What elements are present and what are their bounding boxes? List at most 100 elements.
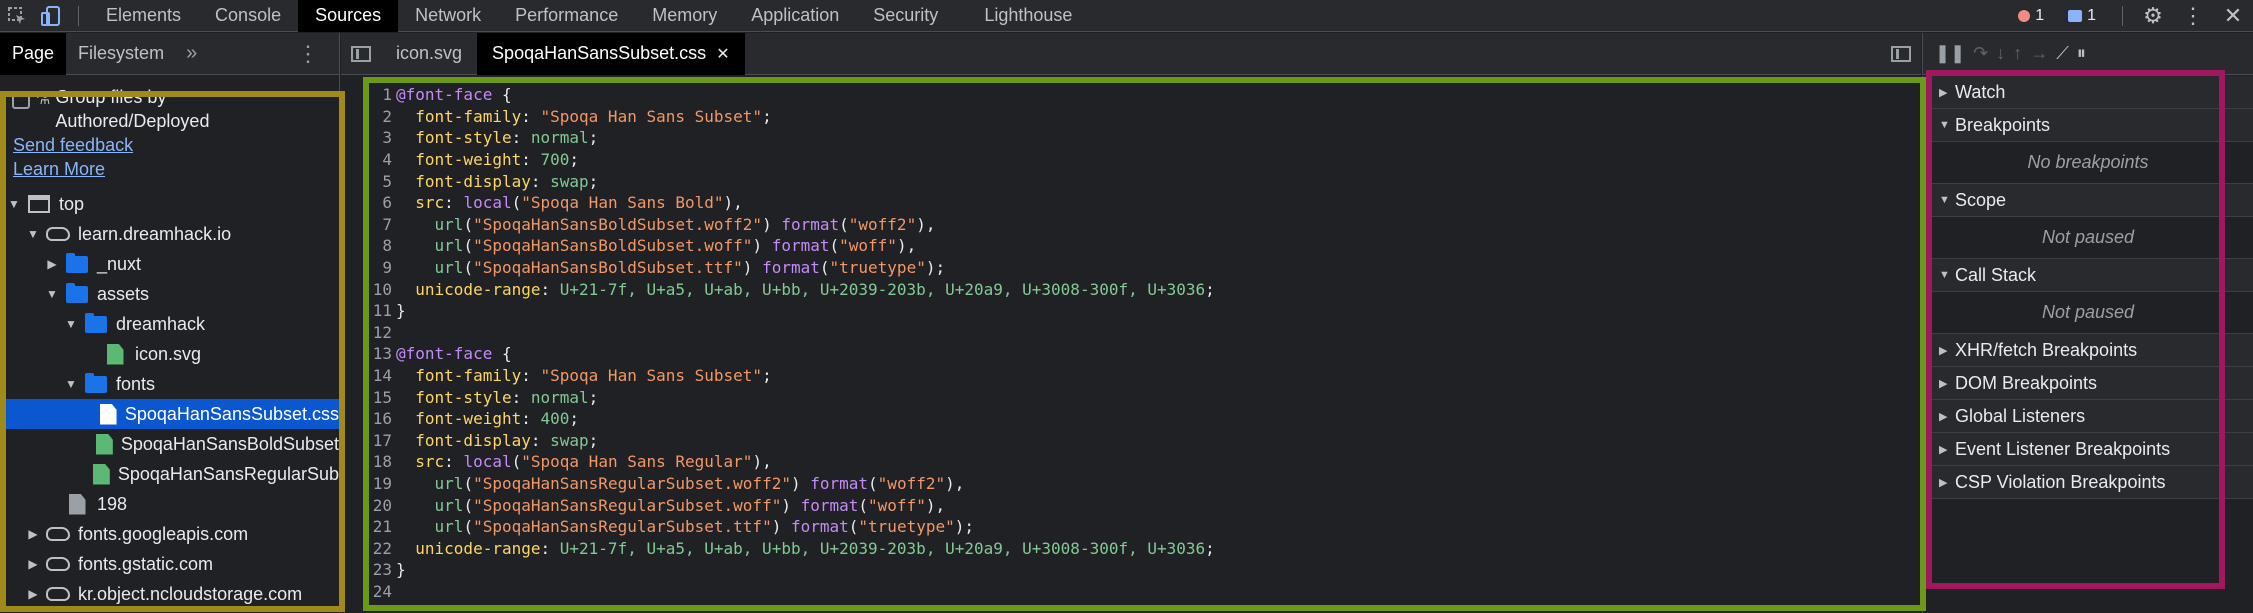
tree-item[interactable]: icon.svg	[0, 339, 339, 369]
folder-icon	[65, 282, 89, 304]
line-number[interactable]: 20	[341, 496, 396, 515]
expand-arrow-icon[interactable]: ▼	[7, 197, 21, 211]
tree-item[interactable]: SpoqaHanSansBoldSubset	[0, 429, 339, 459]
line-number[interactable]: 12	[341, 323, 396, 342]
tab-page[interactable]: Page	[0, 32, 67, 75]
tree-item[interactable]: ▶ _nuxt	[0, 249, 339, 279]
expand-arrow-icon[interactable]: ▶	[26, 557, 40, 571]
code-editor[interactable]: 1 @font-face {2 font-family: "Spoqa Han S…	[341, 76, 1921, 613]
line-number[interactable]: 17	[341, 431, 396, 450]
code-token: (	[868, 473, 878, 493]
line-number[interactable]: 5	[341, 172, 396, 191]
pause-on-exceptions-icon[interactable]: ⏸	[2077, 43, 2086, 64]
toggle-debugger-icon[interactable]	[1881, 33, 1921, 75]
line-number[interactable]: 11	[341, 301, 396, 320]
tab-lighthouse[interactable]: Lighthouse	[967, 0, 1089, 32]
toggle-navigator-icon[interactable]	[341, 33, 381, 75]
expand-arrow-icon[interactable]: ▶	[45, 257, 59, 271]
navigator-menu-icon[interactable]: ⋮	[297, 33, 319, 75]
debugger-section-header[interactable]: ▶ DOM Breakpoints	[1923, 367, 2253, 400]
send-feedback-link[interactable]: Send feedback	[0, 133, 339, 157]
tree-item[interactable]: ▶ fonts.gstatic.com	[0, 549, 339, 579]
tab-memory[interactable]: Memory	[635, 0, 734, 32]
tree-item[interactable]: 198	[0, 489, 339, 519]
line-number[interactable]: 6	[341, 193, 396, 212]
close-icon[interactable]: ✕	[2213, 0, 2253, 32]
debugger-section-placeholder: Not paused	[1923, 292, 2253, 334]
line-number[interactable]: 7	[341, 215, 396, 234]
tab-elements[interactable]: Elements	[89, 0, 198, 32]
expand-arrow-icon[interactable]: ▼	[45, 287, 59, 301]
expand-arrow-icon[interactable]: ▼	[64, 317, 78, 331]
tab-sources[interactable]: Sources	[298, 0, 399, 32]
tab-application[interactable]: Application	[734, 0, 856, 32]
deactivate-breakpoints-icon[interactable]: ⟋	[2056, 43, 2069, 64]
tree-item[interactable]: ▶ fonts.googleapis.com	[0, 519, 339, 549]
step-out-icon[interactable]: ↑	[2013, 43, 2022, 64]
settings-gear-icon[interactable]: ⚙	[2133, 0, 2173, 32]
line-number[interactable]: 14	[341, 366, 396, 385]
tab-security[interactable]: Security	[856, 0, 955, 32]
line-number[interactable]: 13	[341, 344, 396, 363]
line-number[interactable]: 19	[341, 474, 396, 493]
tree-item[interactable]: SpoqaHanSansRegularSub	[0, 459, 339, 489]
debugger-section-header[interactable]: ▼ Scope	[1923, 184, 2253, 217]
expand-arrow-icon[interactable]: ▶	[26, 527, 40, 541]
line-number[interactable]: 2	[341, 107, 396, 126]
group-files-checkbox[interactable]	[12, 91, 30, 109]
close-tab-icon[interactable]: ✕	[716, 44, 729, 64]
line-number[interactable]: 8	[341, 236, 396, 255]
step-into-icon[interactable]: ↓	[1996, 43, 2005, 64]
editor-tab-bar: icon.svg SpoqaHanSansSubset.css ✕	[341, 32, 1921, 75]
tree-item[interactable]: ▼ top	[0, 189, 339, 219]
line-number[interactable]: 24	[341, 582, 396, 601]
more-tabs-chevron-icon[interactable]: »	[176, 42, 207, 65]
debugger-section-header[interactable]: ▼ Breakpoints	[1923, 109, 2253, 142]
learn-more-link[interactable]: Learn More	[0, 157, 339, 181]
debugger-section-header[interactable]: ▶ Watch	[1923, 76, 2253, 109]
device-toolbar-icon[interactable]	[34, 0, 68, 32]
line-number[interactable]: 21	[341, 517, 396, 536]
line-number[interactable]: 4	[341, 150, 396, 169]
line-number[interactable]: 16	[341, 409, 396, 428]
tab-performance[interactable]: Performance	[498, 0, 635, 32]
error-count-badge[interactable]: 1	[2010, 5, 2052, 27]
debugger-toolbar: ❚❚ ↷ ↓ ↑ → ⟋ ⏸	[1922, 33, 2253, 75]
code-line: 14 font-family: "Spoqa Han Sans Subset";	[341, 365, 1921, 387]
line-number[interactable]: 22	[341, 539, 396, 558]
line-number[interactable]: 1	[341, 85, 396, 104]
tree-item[interactable]: SpoqaHanSansSubset.css	[0, 399, 339, 429]
step-over-icon[interactable]: ↷	[1973, 43, 1988, 64]
tree-item[interactable]: ▼ fonts	[0, 369, 339, 399]
debugger-section-header[interactable]: ▶ XHR/fetch Breakpoints	[1923, 334, 2253, 367]
step-icon[interactable]: →	[2030, 43, 2048, 64]
tab-filesystem[interactable]: Filesystem	[66, 33, 176, 75]
expand-arrow-icon[interactable]: ▼	[26, 227, 40, 241]
debugger-section-header[interactable]: ▶ Global Listeners	[1923, 400, 2253, 433]
tree-item[interactable]: ▼ dreamhack	[0, 309, 339, 339]
line-number[interactable]: 15	[341, 388, 396, 407]
line-number[interactable]: 23	[341, 560, 396, 579]
expand-arrow-icon[interactable]: ▼	[64, 377, 78, 391]
tree-item[interactable]: ▼ learn.dreamhack.io	[0, 219, 339, 249]
line-number[interactable]: 18	[341, 452, 396, 471]
code-line: 4 font-weight: 700;	[341, 149, 1921, 171]
debugger-section-header[interactable]: ▶ CSP Violation Breakpoints	[1923, 466, 2253, 499]
line-number[interactable]: 9	[341, 258, 396, 277]
tree-item[interactable]: ▼ assets	[0, 279, 339, 309]
inspect-element-icon[interactable]	[0, 0, 34, 32]
line-number[interactable]: 3	[341, 128, 396, 147]
expand-arrow-icon[interactable]: ▶	[26, 587, 40, 601]
editor-tab-icon-svg[interactable]: icon.svg	[381, 33, 477, 75]
tab-network[interactable]: Network	[398, 0, 498, 32]
cloud-icon	[46, 224, 70, 244]
debugger-section-header[interactable]: ▼ Call Stack	[1923, 259, 2253, 292]
editor-tab-css[interactable]: SpoqaHanSansSubset.css ✕	[477, 32, 745, 75]
tree-item[interactable]: ▶ kr.object.ncloudstorage.com	[0, 579, 339, 609]
tab-console[interactable]: Console	[198, 0, 298, 32]
debugger-section-header[interactable]: ▶ Event Listener Breakpoints	[1923, 433, 2253, 466]
more-options-icon[interactable]: ⋮	[2173, 0, 2213, 32]
message-count-badge[interactable]: 1	[2060, 5, 2104, 27]
line-number[interactable]: 10	[341, 280, 396, 299]
pause-icon[interactable]: ❚❚	[1935, 43, 1965, 64]
